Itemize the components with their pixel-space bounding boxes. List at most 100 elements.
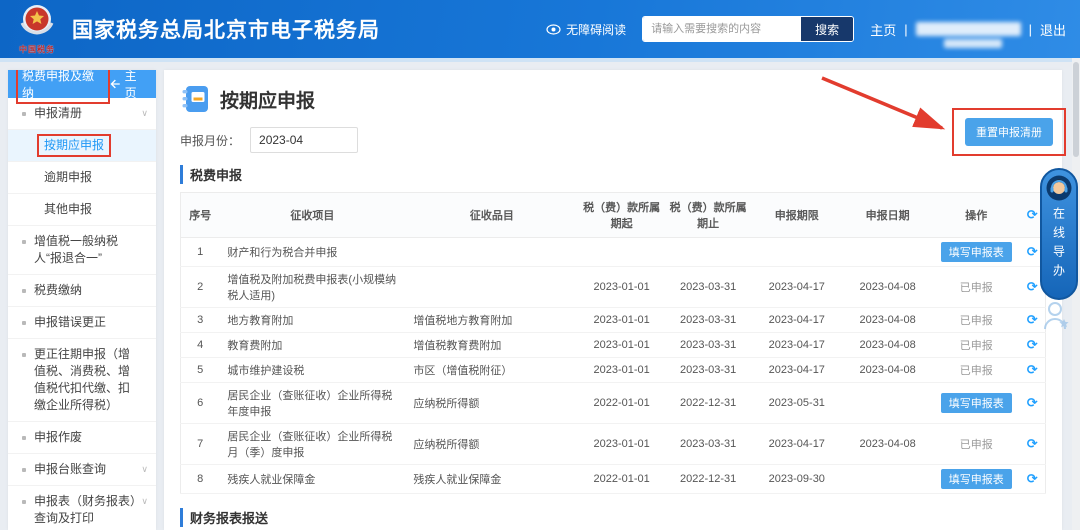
deadline — [751, 237, 843, 267]
period-end: 2022-12-31 — [664, 382, 752, 424]
row-index: 2 — [180, 266, 220, 308]
declare-date: 2023-04-08 — [842, 332, 934, 358]
sidebar-item[interactable]: 按期应申报 — [8, 130, 156, 162]
sidebar-item[interactable]: 申报清册 ∨ — [8, 98, 156, 130]
refresh-icon[interactable]: ⟳ — [1027, 436, 1038, 451]
accessibility-toggle[interactable]: 无障碍阅读 — [546, 21, 626, 38]
page-title-row: 按期应申报 — [180, 84, 1046, 114]
accessibility-label: 无障碍阅读 — [566, 22, 627, 37]
col-header: 征收品目 — [405, 192, 579, 238]
user-links: 主页 | | 退出 — [870, 20, 1066, 48]
scrollbar-thumb[interactable] — [1073, 62, 1079, 157]
deadline: 2023-04-17 — [751, 266, 843, 308]
sidebar-item[interactable]: 申报台账查询 ∨ — [8, 454, 156, 486]
bullet-icon — [22, 289, 26, 293]
table-row: 8 残疾人就业保障金 残疾人就业保障金 2022-01-01 2022-12-3… — [180, 464, 1046, 494]
row-index: 1 — [180, 237, 220, 267]
refresh-icon[interactable]: ⟳ — [1027, 471, 1038, 486]
action-button[interactable]: 填写申报表 — [940, 469, 1012, 489]
levy-subitem — [405, 237, 579, 267]
declare-date — [842, 464, 934, 494]
row-index: 3 — [180, 307, 220, 333]
bullet-icon — [22, 112, 26, 116]
sidebar-home-button[interactable]: 主页 — [110, 70, 148, 101]
period-end: 2023-03-31 — [664, 332, 752, 358]
deadline: 2023-04-17 — [751, 423, 843, 465]
bullet-icon — [22, 321, 26, 325]
refresh-icon[interactable]: ⟳ — [1027, 312, 1038, 327]
tax-declaration-table: 序号 征收项目 征收品目 税（费）款所属期起 税（费）款所属期止 申报期限 申报… — [180, 192, 1046, 494]
levy-item: 财产和行为税合并申报 — [219, 237, 406, 267]
table-row: 4 教育费附加 增值税教育费附加 2023-01-01 2023-03-31 2… — [180, 332, 1046, 358]
person-star-icon[interactable] — [1042, 300, 1072, 337]
section-title-finance: 财务报表报送 — [180, 508, 1046, 527]
levy-item: 居民企业（查账征收）企业所得税月（季）度申报 — [219, 423, 406, 465]
levy-item: 城市维护建设税 — [219, 357, 406, 383]
sidebar-item[interactable]: 其他申报 — [8, 194, 156, 226]
period-end: 2023-03-31 — [664, 423, 752, 465]
table-row: 5 城市维护建设税 市区（增值税附征） 2023-01-01 2023-03-3… — [180, 357, 1046, 383]
refresh-icon[interactable]: ⟳ — [1027, 279, 1038, 294]
separator: | — [1028, 21, 1032, 37]
scrollbar[interactable] — [1072, 58, 1080, 530]
levy-item: 残疾人就业保障金 — [219, 464, 406, 494]
table-row: 1 财产和行为税合并申报 填写申报表 ⟳ — [180, 237, 1046, 267]
action-button: 已申报 — [959, 439, 993, 451]
sidebar-item[interactable]: 申报错误更正 — [8, 307, 156, 339]
reset-register-button[interactable]: 重置申报清册 — [965, 118, 1053, 146]
section-title-tax: 税费申报 — [180, 165, 1046, 184]
deadline: 2023-04-17 — [751, 332, 843, 358]
month-input[interactable] — [250, 127, 359, 153]
action-button[interactable]: 填写申报表 — [940, 242, 1012, 262]
period-start: 2023-01-01 — [578, 266, 665, 308]
deadline: 2023-09-30 — [751, 464, 843, 494]
app-title: 国家税务总局北京市电子税务局 — [72, 19, 380, 42]
deadline: 2023-05-31 — [751, 382, 843, 424]
period-start: 2022-01-01 — [578, 464, 665, 494]
chevron-down-icon: ∨ — [141, 108, 148, 118]
sidebar-item[interactable]: 更正往期申报（增值税、消费税、增值税代扣代缴、扣缴企业所得税） — [8, 339, 156, 422]
levy-item: 增值税及附加税费申报表(小规模纳税人适用) — [219, 266, 406, 308]
sidebar-item[interactable]: 逾期申报 — [8, 162, 156, 194]
deadline: 2023-04-17 — [751, 307, 843, 333]
period-end — [664, 237, 752, 267]
censored-username — [915, 22, 1021, 48]
header-tools: 无障碍阅读 搜索 主页 | | 退出 — [546, 16, 1066, 48]
period-start: 2023-01-01 — [578, 307, 665, 333]
sidebar-item[interactable]: 增值税一般纳税人“报退合一” — [8, 226, 156, 275]
declare-date: 2023-04-08 — [842, 266, 934, 308]
table-row: 2 增值税及附加税费申报表(小规模纳税人适用) 2023-01-01 2023-… — [180, 266, 1046, 308]
home-link[interactable]: 主页 — [870, 20, 896, 39]
col-header: 申报期限 — [751, 192, 843, 238]
refresh-icon[interactable]: ⟳ — [1027, 244, 1038, 259]
levy-subitem: 应纳税所得额 — [405, 423, 579, 465]
sidebar-item[interactable]: 申报作废 — [8, 422, 156, 454]
period-start: 2023-01-01 — [578, 332, 665, 358]
month-label: 申报月份： — [180, 133, 241, 148]
col-header: 征收项目 — [219, 192, 406, 238]
col-header: 税（费）款所属期起 — [578, 192, 665, 238]
sidebar-item[interactable]: 税费缴纳 — [8, 275, 156, 307]
search-input[interactable] — [643, 17, 802, 41]
period-start — [578, 237, 665, 267]
period-start: 2023-01-01 — [578, 357, 665, 383]
refresh-icon[interactable]: ⟳ — [1027, 207, 1038, 222]
sidebar: 税费申报及缴纳 主页 申报清册 ∨ 按期应申报 逾期申报 其他申报 增值税一般纳… — [8, 70, 156, 530]
online-guide-label: 在线导办 — [1051, 207, 1066, 283]
refresh-icon[interactable]: ⟳ — [1027, 337, 1038, 352]
refresh-icon[interactable]: ⟳ — [1027, 362, 1038, 377]
declare-date: 2023-04-08 — [842, 357, 934, 383]
chevron-down-icon: ∨ — [141, 496, 148, 506]
refresh-icon[interactable]: ⟳ — [1027, 395, 1038, 410]
levy-item: 地方教育附加 — [219, 307, 406, 333]
bullet-icon — [22, 468, 26, 472]
search-button[interactable]: 搜索 — [801, 17, 854, 41]
online-guide-tab[interactable]: 在线导办 — [1040, 168, 1078, 300]
levy-subitem: 增值税教育费附加 — [405, 332, 579, 358]
table-row: 3 地方教育附加 增值税地方教育附加 2023-01-01 2023-03-31… — [180, 307, 1046, 333]
tax-bureau-logo: 中国税务 — [14, 3, 60, 55]
logout-link[interactable]: 退出 — [1040, 20, 1066, 39]
period-start: 2022-01-01 — [578, 382, 665, 424]
action-button[interactable]: 填写申报表 — [940, 393, 1012, 413]
sidebar-item[interactable]: 申报表（财务报表）查询及打印 ∨ — [8, 486, 156, 530]
